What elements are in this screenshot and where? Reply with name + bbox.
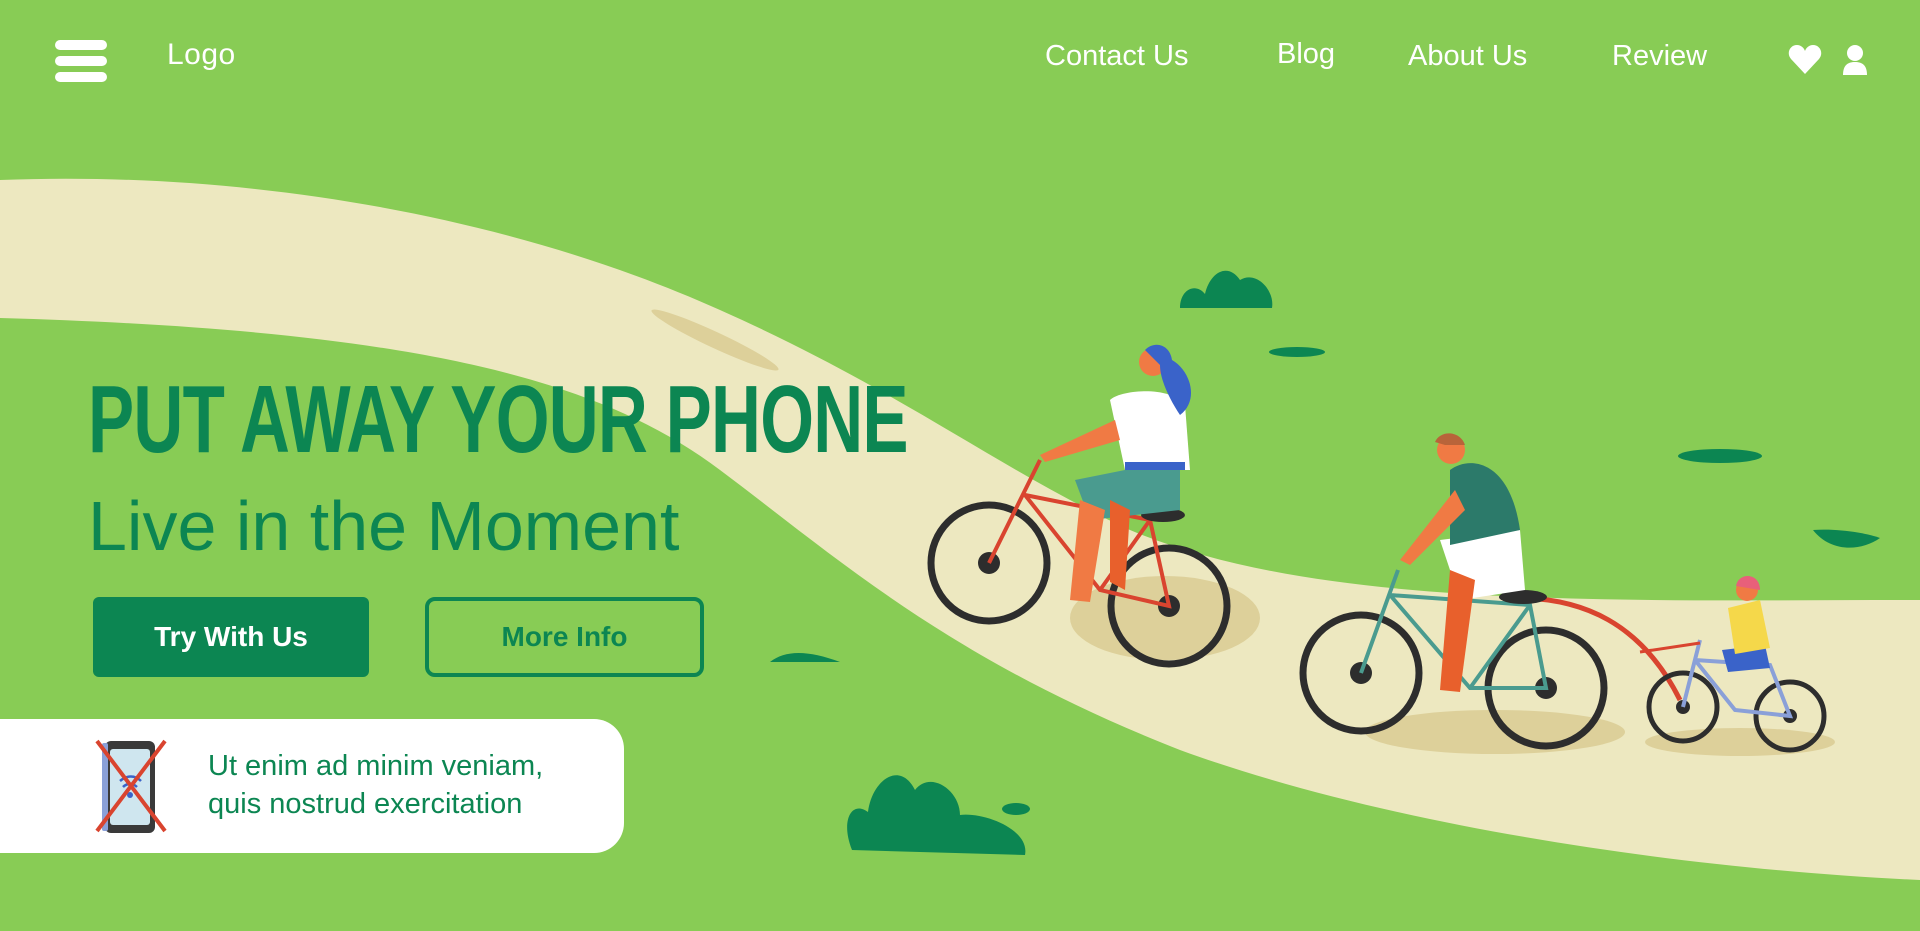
info-card-text: Ut enim ad minim veniam, quis nostrud ex… [208, 747, 543, 823]
more-info-button[interactable]: More Info [425, 597, 704, 677]
grass-patch [1678, 449, 1762, 463]
grass-patch [1813, 529, 1880, 548]
subheadline: Live in the Moment [88, 487, 680, 565]
try-with-us-button[interactable]: Try With Us [93, 597, 369, 677]
grass-patch [1002, 803, 1030, 815]
grass-patch [1269, 347, 1325, 357]
bush-top [1180, 270, 1273, 308]
nav-about-us[interactable]: About Us [1408, 40, 1527, 73]
info-card: Ut enim ad minim veniam, quis nostrud ex… [0, 719, 624, 853]
info-card-line-1: Ut enim ad minim veniam, [208, 750, 544, 782]
bush-bottom [847, 775, 1026, 855]
logo[interactable]: Logo [167, 38, 236, 72]
info-card-line-2: quis nostrud exercitation [208, 788, 523, 820]
nav-contact-us[interactable]: Contact Us [1045, 40, 1188, 73]
hamburger-menu-icon[interactable] [55, 40, 107, 82]
headline: PUT AWAY YOUR PHONE [88, 366, 909, 473]
no-phone-icon [95, 739, 167, 833]
heart-icon[interactable] [1788, 44, 1822, 76]
user-icon[interactable] [1842, 44, 1868, 76]
nav-review[interactable]: Review [1612, 40, 1707, 73]
grass-patch [770, 653, 840, 662]
nav-blog[interactable]: Blog [1277, 38, 1335, 71]
